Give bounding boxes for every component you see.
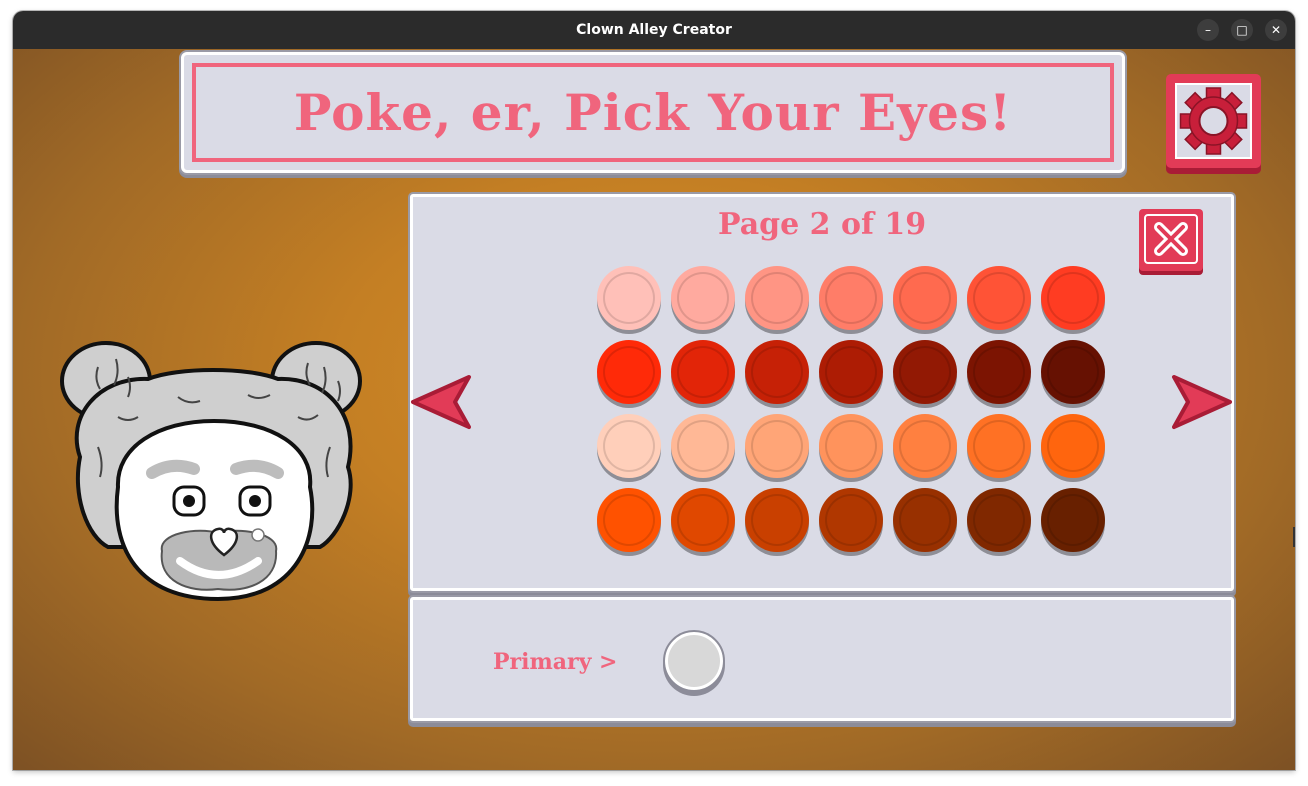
resize-handle[interactable] <box>1293 527 1295 547</box>
color-swatch[interactable] <box>967 488 1031 552</box>
settings-button-face <box>1175 83 1252 159</box>
color-swatch[interactable] <box>1041 340 1105 404</box>
app-window: Clown Alley Creator – □ ✕ Poke, er, Pick… <box>13 11 1295 770</box>
maximize-button[interactable]: □ <box>1231 19 1253 41</box>
color-swatch[interactable] <box>745 340 809 404</box>
swatch-grid <box>597 266 1107 552</box>
maximize-icon: □ <box>1236 23 1248 37</box>
color-swatch[interactable] <box>967 266 1031 330</box>
color-swatch[interactable] <box>1041 488 1105 552</box>
color-swatch[interactable] <box>597 266 661 330</box>
header-banner: Poke, er, Pick Your Eyes! <box>181 52 1125 173</box>
color-swatch[interactable] <box>893 266 957 330</box>
color-swatch[interactable] <box>745 488 809 552</box>
primary-label[interactable]: Primary > <box>493 649 618 675</box>
primary-color-swatch[interactable] <box>663 630 725 692</box>
close-x-icon <box>1144 214 1198 264</box>
color-swatch[interactable] <box>819 340 883 404</box>
color-swatch[interactable] <box>671 414 735 478</box>
close-icon: ✕ <box>1270 23 1282 37</box>
settings-button[interactable] <box>1166 74 1261 168</box>
color-swatch[interactable] <box>745 266 809 330</box>
color-swatch[interactable] <box>1041 266 1105 330</box>
page-indicator: Page 2 of 19 <box>717 207 927 242</box>
window-title: Clown Alley Creator <box>576 22 732 38</box>
color-swatch[interactable] <box>893 414 957 478</box>
color-swatch[interactable] <box>967 414 1031 478</box>
color-swatch[interactable] <box>671 266 735 330</box>
color-swatch[interactable] <box>893 340 957 404</box>
color-swatch[interactable] <box>819 414 883 478</box>
color-swatch[interactable] <box>967 340 1031 404</box>
clown-face-preview <box>60 341 362 602</box>
close-picker-button[interactable] <box>1139 209 1203 271</box>
color-swatch[interactable] <box>745 414 809 478</box>
title-bar[interactable]: Clown Alley Creator – □ ✕ <box>13 11 1295 49</box>
close-window-button[interactable]: ✕ <box>1265 19 1287 41</box>
color-swatch[interactable] <box>597 414 661 478</box>
color-swatch[interactable] <box>1041 414 1105 478</box>
app-content: Poke, er, Pick Your Eyes! Page 2 of 19 P… <box>13 49 1295 770</box>
arrow-right-icon[interactable] <box>1170 369 1236 435</box>
color-swatch[interactable] <box>819 266 883 330</box>
gear-icon <box>1179 87 1248 155</box>
color-swatch[interactable] <box>819 488 883 552</box>
color-swatch[interactable] <box>597 340 661 404</box>
color-swatch[interactable] <box>671 488 735 552</box>
minimize-icon: – <box>1205 23 1211 37</box>
arrow-left-icon[interactable] <box>407 369 473 435</box>
color-swatch[interactable] <box>597 488 661 552</box>
minimize-button[interactable]: – <box>1197 19 1219 41</box>
color-swatch[interactable] <box>671 340 735 404</box>
color-swatch[interactable] <box>893 488 957 552</box>
page-title: Poke, er, Pick Your Eyes! <box>293 83 1013 142</box>
